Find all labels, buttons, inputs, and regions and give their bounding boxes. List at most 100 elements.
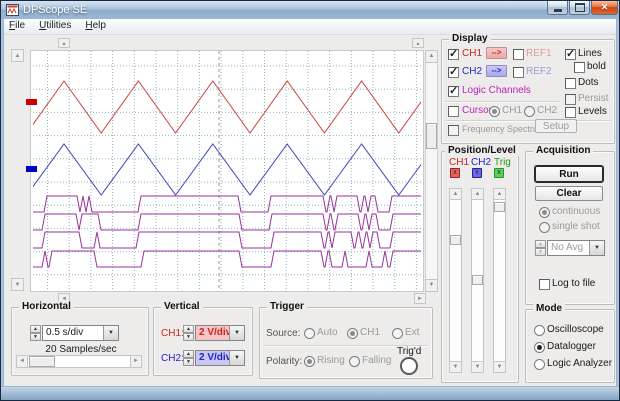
spin-up-icon[interactable]: ▲ [183, 325, 194, 333]
menubar: File Utilities Help [2, 19, 620, 35]
ref1-label: REF1 [526, 48, 552, 59]
spin-down-icon[interactable]: ▼ [183, 333, 194, 341]
ch2-position-marker[interactable] [26, 166, 37, 172]
pos-ch2-reset-button[interactable]: x [472, 168, 482, 178]
menu-file[interactable]: File [2, 19, 32, 34]
ref2-checkbox[interactable] [513, 67, 524, 78]
ch2-arrow-button[interactable]: --> [486, 65, 507, 77]
ch1-checkbox[interactable] [448, 49, 459, 60]
log-to-file-label: Log to file [552, 278, 595, 289]
datalogger-radio[interactable] [534, 342, 545, 353]
ch2-scale-spinner[interactable]: ▲▼ [183, 350, 194, 366]
ch1-arrow-button[interactable]: --> [486, 47, 507, 59]
hscroll-left-icon[interactable]: ◄ [16, 355, 28, 368]
plot-left-scroll-up-button[interactable]: ▲ [11, 49, 24, 62]
lines-checkbox[interactable] [565, 49, 576, 60]
single-shot-label: single shot [552, 221, 600, 232]
timebase-combobox[interactable]: 0.5 s/div ▼ [42, 325, 119, 341]
trigger-level-thumb[interactable] [494, 202, 505, 212]
vertical-ch2-label: CH2: [161, 353, 184, 364]
menu-help[interactable]: Help [78, 19, 113, 34]
plot-top-right-scroll-button[interactable]: ▴ [412, 38, 424, 48]
display-separator-1 [445, 101, 559, 103]
spin-down-icon[interactable]: ▼ [30, 333, 41, 341]
scroll-down-icon[interactable]: ▼ [425, 279, 438, 292]
slider-down-icon[interactable]: ▼ [493, 361, 506, 373]
avg-combobox[interactable]: No Avg ▼ [547, 240, 605, 256]
spin-up-icon[interactable]: ▲ [535, 240, 546, 248]
ch1-position-marker[interactable] [26, 99, 37, 105]
spin-up-icon[interactable]: ▲ [183, 350, 194, 358]
dots-checkbox[interactable] [565, 78, 576, 89]
clear-button[interactable]: Clear [535, 186, 603, 201]
avg-spinner[interactable]: ▲▼ [535, 240, 546, 256]
menu-utilities[interactable]: Utilities [32, 19, 78, 34]
trigger-polarity-falling-radio[interactable] [349, 356, 360, 367]
slider-up-icon[interactable]: ▲ [493, 188, 506, 200]
slider-up-icon[interactable]: ▲ [471, 188, 484, 200]
levels-checkbox[interactable] [565, 107, 576, 118]
spin-down-icon[interactable]: ▼ [535, 248, 546, 256]
timebase-spinner[interactable]: ▲▼ [30, 325, 41, 341]
oscilloscope-radio[interactable] [534, 325, 545, 336]
dropdown-arrow-icon[interactable]: ▼ [103, 326, 118, 340]
ch2-scale-value: 2 V/div [196, 351, 229, 365]
close-button[interactable]: ✕ [591, 1, 618, 15]
ch2-position-slider[interactable]: ▲ ▼ [471, 188, 484, 373]
logic-analyzer-radio[interactable] [534, 359, 545, 370]
maximize-button[interactable] [569, 1, 590, 15]
slider-down-icon[interactable]: ▼ [471, 361, 484, 373]
plot-top-left-scroll-button[interactable]: ▴ [58, 38, 70, 48]
ch1-position-slider[interactable]: ▲ ▼ [449, 188, 462, 373]
trig-level-reset-button[interactable]: x [494, 168, 504, 178]
hscroll-right-icon[interactable]: ► [130, 355, 142, 368]
ch1-scale-combobox[interactable]: 2 V/div ▼ [195, 325, 245, 341]
logic-channels-checkbox[interactable] [448, 86, 459, 97]
scroll-up-icon[interactable]: ▲ [425, 50, 438, 63]
single-shot-radio[interactable] [539, 222, 550, 233]
ch2-checkbox[interactable] [448, 67, 459, 78]
run-button[interactable]: Run [535, 166, 603, 182]
plot-canvas[interactable] [30, 50, 424, 292]
dropdown-arrow-icon[interactable]: ▼ [229, 351, 244, 365]
avg-value: No Avg [548, 241, 589, 255]
bold-checkbox[interactable] [574, 62, 585, 73]
hscroll-thumb[interactable] [29, 356, 55, 367]
slider-down-icon[interactable]: ▼ [449, 361, 462, 373]
spin-down-icon[interactable]: ▼ [183, 358, 194, 366]
dropdown-arrow-icon[interactable]: ▼ [229, 326, 244, 340]
cursors-ch1-radio[interactable] [489, 106, 500, 117]
trigger-source-ch1-radio[interactable] [347, 328, 358, 339]
frequency-spectrum-checkbox[interactable] [448, 125, 459, 136]
cursors-ch2-radio[interactable] [524, 106, 535, 117]
plot-vertical-scrollbar[interactable]: ▲ ▼ [425, 50, 438, 292]
minimize-icon [554, 9, 562, 12]
vertical-scroll-thumb[interactable] [426, 123, 437, 149]
ch1-position-thumb[interactable] [450, 235, 461, 245]
horizontal-scrollbar[interactable]: ◄ ► [16, 355, 142, 368]
ch2-scale-combobox[interactable]: 2 V/div ▼ [195, 350, 245, 366]
ch2-position-thumb[interactable] [472, 275, 483, 285]
persist-checkbox[interactable] [565, 94, 576, 105]
ch1-scale-spinner[interactable]: ▲▼ [183, 325, 194, 341]
ref1-checkbox[interactable] [513, 49, 524, 60]
setup-button[interactable]: Setup [535, 119, 577, 133]
titlebar[interactable]: DPScope SE [1, 1, 620, 19]
position-level-group: Position/Level CH1 CH2 Trig x x x ▲ ▼ ▲ … [441, 151, 519, 383]
trigger-source-ext-radio[interactable] [392, 328, 403, 339]
trigger-polarity-rising-radio[interactable] [304, 356, 315, 367]
trigger-level-slider[interactable]: ▲ ▼ [493, 188, 506, 373]
ch2-label: CH2 [462, 66, 482, 77]
display-group: Display CH1 --> REF1 CH2 --> REF2 Logic … [441, 39, 615, 144]
spin-up-icon[interactable]: ▲ [30, 325, 41, 333]
pos-ch1-reset-button[interactable]: x [450, 168, 460, 178]
cursors-checkbox[interactable] [448, 106, 459, 117]
continuous-radio[interactable] [539, 207, 550, 218]
trigger-source-auto-radio[interactable] [304, 328, 315, 339]
minimize-button[interactable] [547, 1, 568, 15]
slider-up-icon[interactable]: ▲ [449, 188, 462, 200]
dropdown-arrow-icon[interactable]: ▼ [589, 241, 604, 255]
plot-hscroll-right-button[interactable]: ► [414, 293, 426, 304]
log-to-file-checkbox[interactable] [539, 279, 550, 290]
plot-left-scroll-down-button[interactable]: ▼ [11, 278, 24, 291]
